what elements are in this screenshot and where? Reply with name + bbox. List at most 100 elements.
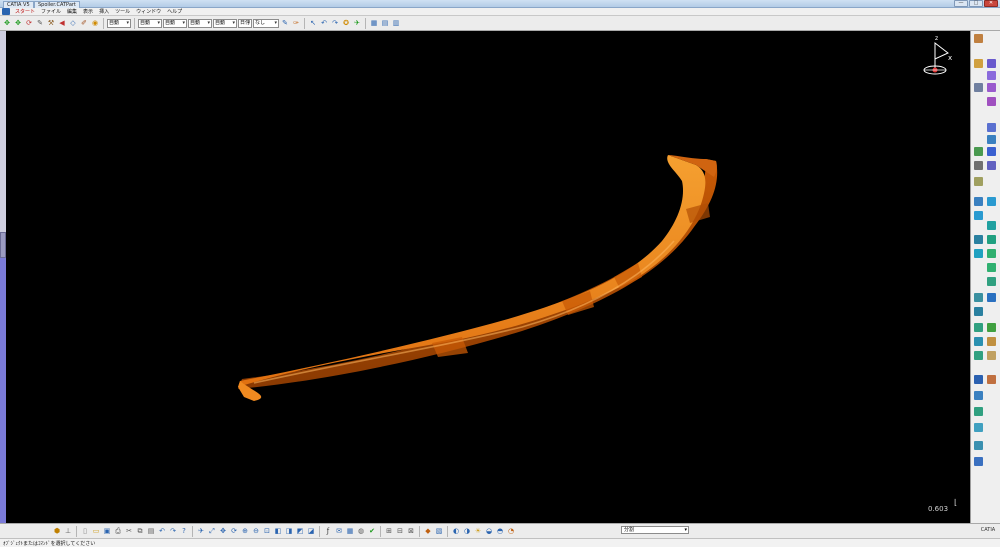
groove-icon[interactable] bbox=[987, 83, 996, 92]
formula-icon[interactable]: ƒ bbox=[323, 526, 333, 536]
intersect-icon[interactable] bbox=[987, 375, 996, 384]
axis-icon[interactable]: ⊥ bbox=[63, 526, 73, 536]
3d-viewport[interactable] bbox=[0, 31, 970, 523]
fly-icon[interactable]: ✈ bbox=[352, 18, 362, 28]
scaling-icon[interactable] bbox=[974, 337, 983, 346]
sketcher-icon[interactable]: ▦ bbox=[369, 18, 379, 28]
thick-surface-icon[interactable] bbox=[987, 249, 996, 258]
palette-icon[interactable]: ◉ bbox=[90, 18, 100, 28]
part-design-icon[interactable] bbox=[974, 34, 983, 43]
command-input[interactable]: 分割 bbox=[621, 526, 689, 534]
view-mode-icon[interactable]: ◧ bbox=[273, 526, 283, 536]
check-icon[interactable]: ✔ bbox=[367, 526, 377, 536]
remove-icon[interactable] bbox=[974, 375, 983, 384]
hole-icon[interactable] bbox=[987, 97, 996, 106]
whats-this-icon[interactable]: ? bbox=[179, 526, 189, 536]
measure-item-icon[interactable]: ⊟ bbox=[395, 526, 405, 536]
sew-surface-icon[interactable] bbox=[987, 277, 996, 286]
undo-icon[interactable]: ↶ bbox=[157, 526, 167, 536]
environment-icon[interactable]: ◔ bbox=[506, 526, 516, 536]
scrollbar-thumb[interactable] bbox=[0, 232, 6, 258]
brush-icon[interactable]: ✐ bbox=[79, 18, 89, 28]
normal-view-icon[interactable]: ⊡ bbox=[262, 526, 272, 536]
menu-window[interactable]: ウィンドウ bbox=[133, 8, 164, 16]
pencil-icon[interactable]: ✎ bbox=[35, 18, 45, 28]
shell-icon[interactable] bbox=[987, 197, 996, 206]
menu-file[interactable]: ファイル bbox=[38, 8, 64, 16]
constraint-icon[interactable] bbox=[974, 391, 983, 400]
menu-view[interactable]: 表示 bbox=[80, 8, 96, 16]
menu-start[interactable]: スタート bbox=[12, 8, 38, 16]
camera-icon[interactable]: ◒ bbox=[484, 526, 494, 536]
measure-icon[interactable] bbox=[974, 457, 983, 466]
loft-icon[interactable] bbox=[987, 147, 996, 156]
rotate-view-icon[interactable]: ⟳ bbox=[229, 526, 239, 536]
shading-icon[interactable]: ◨ bbox=[284, 526, 294, 536]
split-icon[interactable] bbox=[974, 249, 983, 258]
zoom-in-icon[interactable]: ⊕ bbox=[240, 526, 250, 536]
law-icon[interactable]: ◍ bbox=[356, 526, 366, 536]
text-icon[interactable] bbox=[974, 423, 983, 432]
light-icon[interactable]: ☀ bbox=[473, 526, 483, 536]
sketch-icon[interactable]: ◇ bbox=[68, 18, 78, 28]
open-file-icon[interactable]: ▭ bbox=[91, 526, 101, 536]
color-dropdown[interactable]: 自動 bbox=[107, 18, 131, 28]
point-symbol-dropdown[interactable]: 自動 bbox=[213, 18, 237, 28]
move-icon[interactable]: ✥ bbox=[2, 18, 12, 28]
hammer-icon[interactable]: ⚒ bbox=[46, 18, 56, 28]
undo-icon[interactable]: ↶ bbox=[319, 18, 329, 28]
rotate-icon[interactable]: ⟳ bbox=[24, 18, 34, 28]
rotation-icon[interactable] bbox=[987, 293, 996, 302]
symmetry-icon[interactable] bbox=[974, 307, 983, 316]
turntable-icon[interactable]: ◓ bbox=[495, 526, 505, 536]
redo-icon[interactable]: ↷ bbox=[330, 18, 340, 28]
render-icon[interactable]: ◐ bbox=[451, 526, 461, 536]
fillet-icon[interactable] bbox=[987, 161, 996, 170]
zoom-out-icon[interactable]: ⊖ bbox=[251, 526, 261, 536]
add-icon[interactable] bbox=[987, 351, 996, 360]
sketch-icon[interactable] bbox=[974, 59, 983, 68]
thread-icon[interactable] bbox=[987, 221, 996, 230]
translation-icon[interactable] bbox=[974, 293, 983, 302]
menu-insert[interactable]: 挿入 bbox=[96, 8, 112, 16]
scrollbar-track-lower[interactable] bbox=[0, 258, 6, 523]
maximize-button[interactable]: □ bbox=[969, 0, 983, 7]
comment-icon[interactable]: ✉ bbox=[334, 526, 344, 536]
inertia-icon[interactable]: ⊠ bbox=[406, 526, 416, 536]
paint-icon[interactable]: ✎ bbox=[280, 18, 290, 28]
line-weight-dropdown[interactable]: 自動 bbox=[163, 18, 187, 28]
product-icon[interactable]: ⬢ bbox=[52, 526, 62, 536]
thickness-icon[interactable] bbox=[974, 211, 983, 220]
line-icon[interactable] bbox=[974, 161, 983, 170]
redo-icon[interactable]: ↷ bbox=[168, 526, 178, 536]
boolean-icon[interactable] bbox=[987, 337, 996, 346]
new-file-icon[interactable]: ▯ bbox=[80, 526, 90, 536]
pan-icon[interactable]: ✥ bbox=[218, 526, 228, 536]
assemble-icon[interactable] bbox=[974, 351, 983, 360]
close-button[interactable]: ✕ bbox=[984, 0, 998, 7]
knowledge-icon[interactable]: ▥ bbox=[391, 18, 401, 28]
pocket-icon[interactable] bbox=[987, 71, 996, 80]
stiffener-icon[interactable] bbox=[974, 147, 983, 156]
apply-material-icon[interactable]: ◆ bbox=[423, 526, 433, 536]
swap-space-icon[interactable]: ◪ bbox=[306, 526, 316, 536]
minimize-button[interactable]: — bbox=[954, 0, 968, 7]
flag-note-icon[interactable] bbox=[974, 441, 983, 450]
save-icon[interactable]: ▣ bbox=[102, 526, 112, 536]
analysis-icon[interactable]: ▤ bbox=[380, 18, 390, 28]
menu-edit[interactable]: 編集 bbox=[64, 8, 80, 16]
pattern-icon[interactable] bbox=[987, 323, 996, 332]
chamfer-icon[interactable] bbox=[974, 177, 983, 186]
catia-menu-icon[interactable] bbox=[2, 8, 10, 15]
scene-icon[interactable]: ◑ bbox=[462, 526, 472, 536]
table-icon[interactable]: ▦ bbox=[345, 526, 355, 536]
copy-icon[interactable]: ⧉ bbox=[135, 526, 145, 536]
slot-icon[interactable] bbox=[987, 135, 996, 144]
move-icon-2[interactable]: ✥ bbox=[13, 18, 23, 28]
draft-icon[interactable] bbox=[974, 197, 983, 206]
shaft-icon[interactable] bbox=[974, 83, 983, 92]
rib-icon[interactable] bbox=[987, 123, 996, 132]
transparency-dropdown[interactable]: 自動 bbox=[138, 18, 162, 28]
annotation-icon[interactable] bbox=[974, 407, 983, 416]
menu-help[interactable]: ヘルプ bbox=[164, 8, 185, 16]
